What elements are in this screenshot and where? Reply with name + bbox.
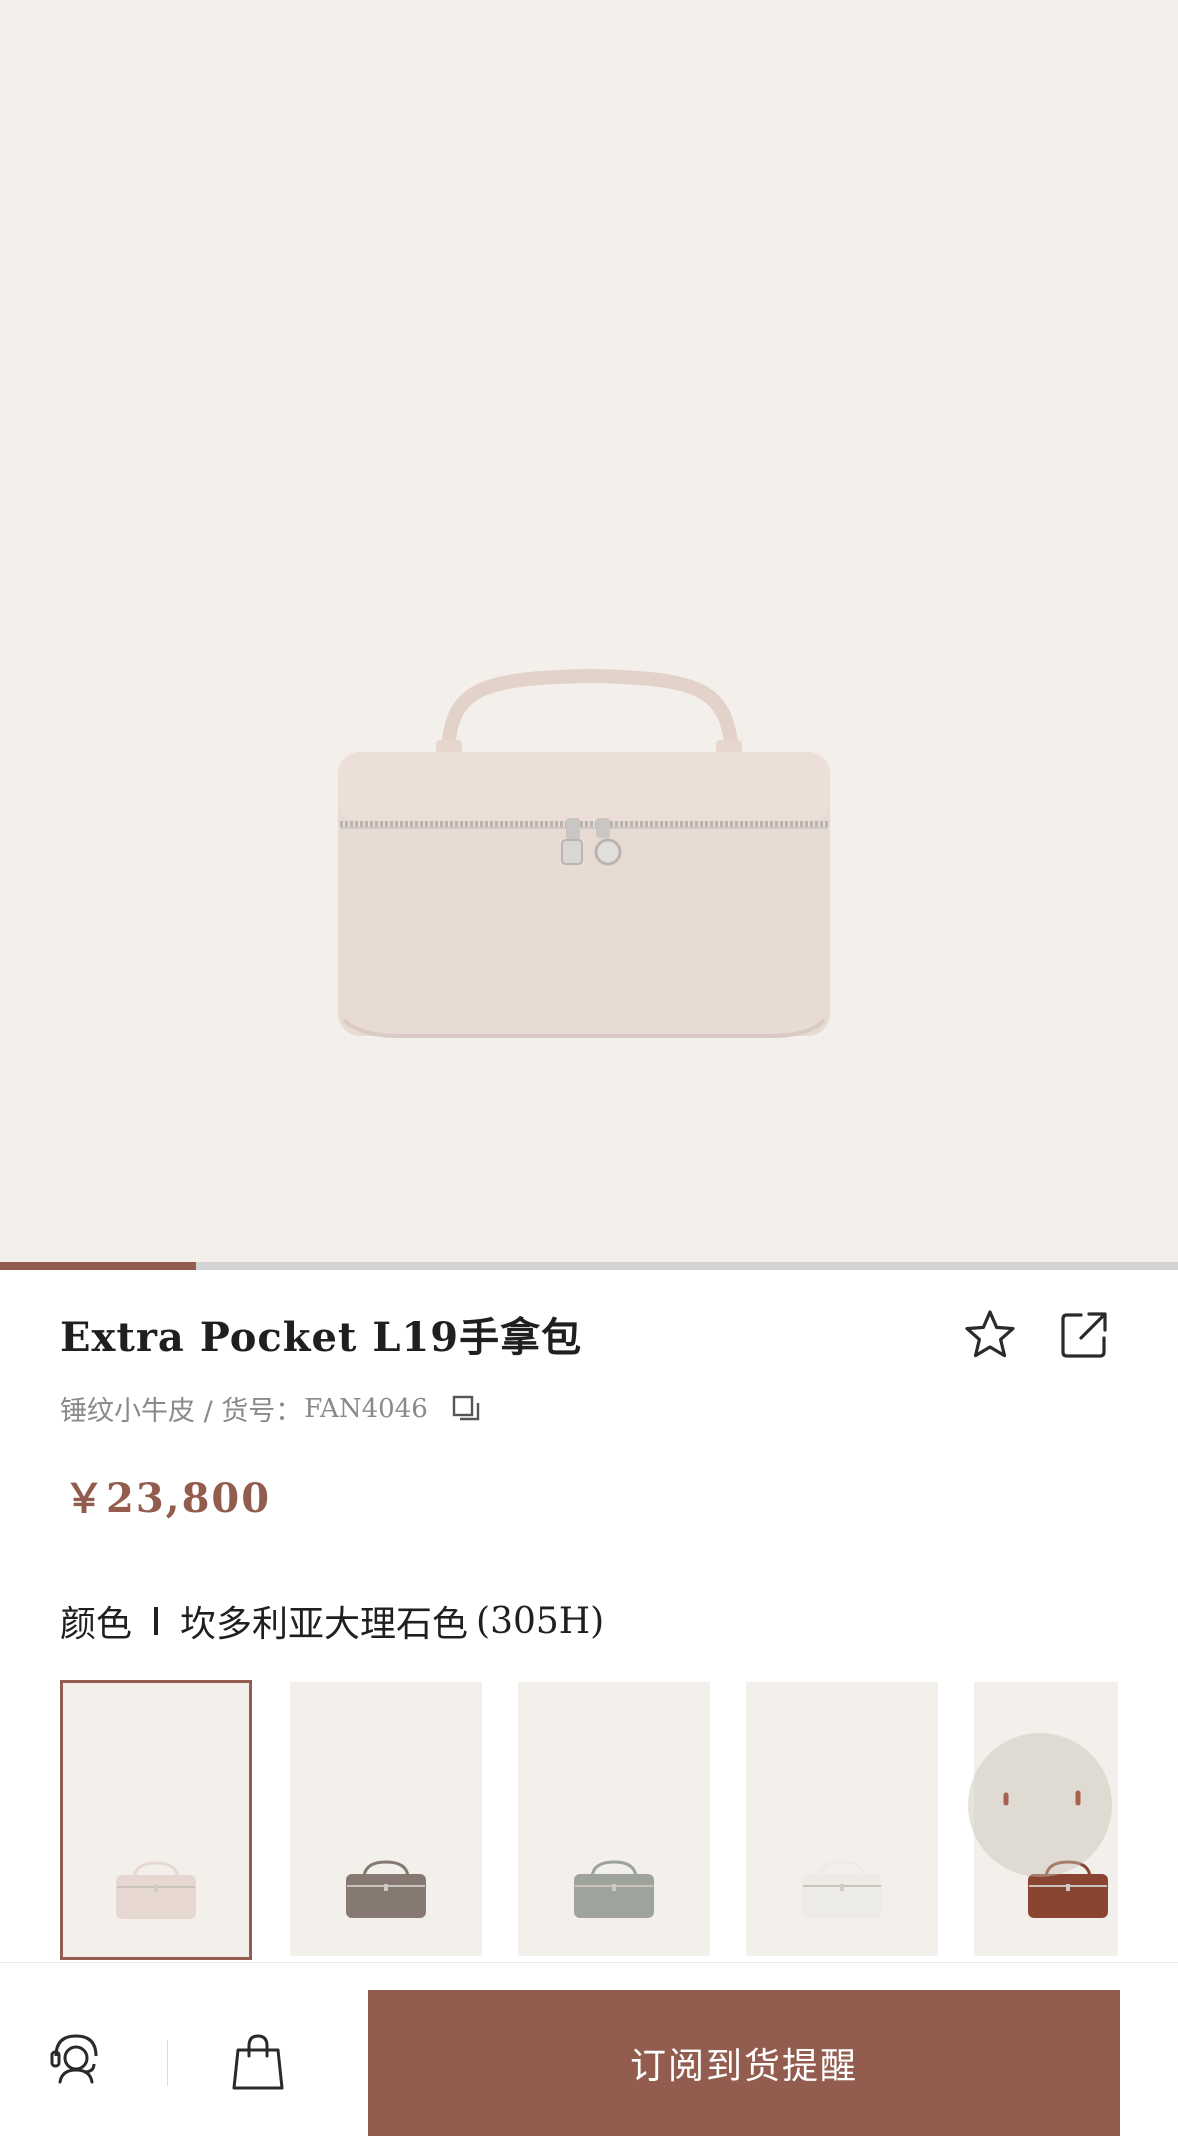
color-swatch[interactable] <box>518 1682 710 1956</box>
swatch-bag-thumbnail <box>346 1860 426 1918</box>
subscribe-restock-button[interactable]: 订阅到货提醒 <box>368 1990 1120 2136</box>
copy-icon <box>452 1395 479 1420</box>
shopping-bag-button[interactable] <box>226 2030 290 2094</box>
color-separator <box>154 1607 159 1635</box>
selected-color-name: 坎多利亚大理石色 <box>180 1604 469 1645</box>
share-icon <box>1061 1312 1107 1358</box>
gallery-progress-bar <box>0 1262 1178 1270</box>
color-swatch[interactable] <box>60 1680 252 1960</box>
floating-chat-button[interactable] <box>968 1733 1112 1877</box>
sku-value: FAN4046 <box>304 1393 428 1424</box>
color-swatch[interactable] <box>290 1682 482 1956</box>
copy-sku-button[interactable] <box>448 1391 484 1427</box>
gallery-progress-fill <box>0 1262 196 1270</box>
chat-icon <box>1003 1790 1081 1806</box>
color-selector-label: 颜色 坎多利亚大理石色 (305H) <box>60 1595 604 1647</box>
star-icon <box>965 1310 1015 1358</box>
customer-service-icon <box>50 2034 98 2084</box>
share-button[interactable] <box>1052 1303 1116 1367</box>
color-label: 颜色 <box>60 1604 133 1645</box>
selected-color-code: (305H) <box>476 1600 605 1642</box>
swatch-bag-thumbnail <box>116 1861 196 1919</box>
product-image-gallery[interactable] <box>0 0 1178 1262</box>
swatch-bag-thumbnail <box>802 1860 882 1918</box>
material-label: 锤纹小牛皮 / 货号： <box>60 1396 303 1427</box>
customer-service-button[interactable] <box>44 2026 108 2090</box>
product-subinfo: 锤纹小牛皮 / 货号： FAN4046 <box>60 1389 484 1428</box>
shopping-bag-icon <box>232 2034 284 2090</box>
product-title: Extra Pocket L19手拿包 <box>60 1314 583 1361</box>
color-swatch[interactable] <box>746 1682 938 1956</box>
bottom-bar-divider <box>167 2040 168 2086</box>
product-image <box>338 668 830 1038</box>
swatch-bag-thumbnail <box>574 1860 654 1918</box>
product-price: ￥23,800 <box>64 1475 272 1522</box>
favorite-button[interactable] <box>958 1303 1022 1367</box>
